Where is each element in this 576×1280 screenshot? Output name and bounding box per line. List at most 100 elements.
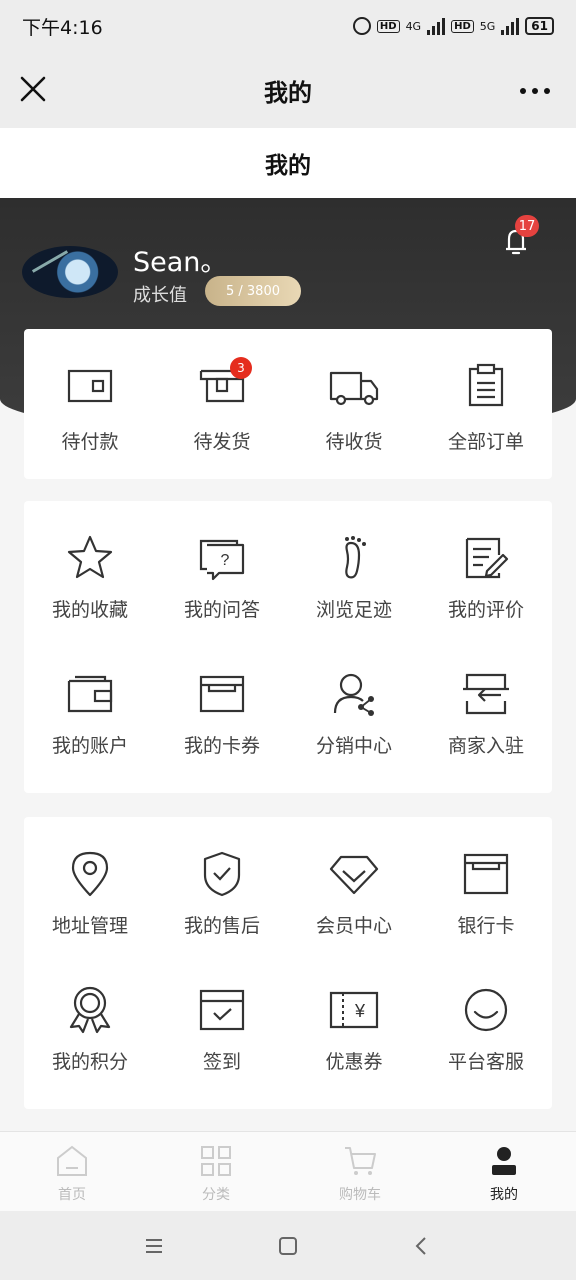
order-all[interactable]: 全部订单 — [420, 329, 552, 454]
menu-membership[interactable]: 会员中心 — [288, 817, 420, 953]
network-5g: 5G — [479, 19, 496, 33]
menu-after-sales[interactable]: 我的售后 — [156, 817, 288, 953]
menu-account[interactable]: 我的账户 — [24, 637, 156, 773]
more-icon[interactable] — [520, 88, 550, 94]
menu-merchant-join[interactable]: 商家入驻 — [420, 637, 552, 773]
close-icon[interactable] — [18, 74, 48, 104]
coupon-icon: ¥ — [329, 991, 379, 1029]
notification-badge: 17 — [515, 215, 539, 237]
menu-label: 我的售后 — [183, 915, 260, 937]
growth-label: 成长值 — [133, 285, 187, 306]
alarm-icon — [352, 17, 371, 35]
username: Sean。 — [133, 247, 228, 278]
grid-icon — [201, 1146, 231, 1176]
tab-label: 分类 — [202, 1187, 230, 1203]
store-icon — [463, 673, 509, 715]
menu-label: 商家入驻 — [447, 735, 524, 757]
hd-icon-2: HD — [451, 19, 474, 33]
clipboard-icon — [468, 363, 504, 407]
wechat-title: 我的 — [264, 78, 312, 107]
status-bar: 下午4:16 HD 4G HD 5G 61 — [0, 0, 576, 52]
home-icon — [57, 1145, 87, 1176]
menu-label: 分销中心 — [315, 735, 392, 757]
signal-icon — [427, 17, 446, 35]
tab-mine[interactable]: 我的 — [432, 1132, 576, 1211]
menu-label: 地址管理 — [51, 915, 128, 937]
menu-label: 我的积分 — [51, 1051, 128, 1073]
menu-label: 会员中心 — [315, 915, 392, 937]
services-card: 我的收藏 ? 我的问答 浏览足迹 我的评价 我的账户 我的卡券 分销中心 商家入… — [24, 501, 552, 793]
share-user-icon — [333, 673, 374, 716]
menu-bank-card[interactable]: 银行卡 — [420, 817, 552, 953]
location-icon — [71, 851, 109, 897]
menu-label: 我的卡券 — [183, 735, 260, 757]
menu-label: 我的问答 — [183, 599, 260, 621]
menu-reviews[interactable]: 我的评价 — [420, 501, 552, 637]
menu-label: 优惠券 — [325, 1051, 383, 1073]
user-icon — [492, 1147, 516, 1175]
shipment-badge: 3 — [230, 357, 252, 379]
status-time: 下午4:16 — [22, 16, 103, 39]
menu-coupons[interactable]: ¥ 优惠券 — [288, 953, 420, 1089]
footprint-icon — [345, 536, 366, 579]
menu-distribution[interactable]: 分销中心 — [288, 637, 420, 773]
wallet-icon — [67, 675, 113, 713]
star-icon — [67, 535, 113, 579]
menu-label: 银行卡 — [457, 915, 515, 937]
diamond-icon — [329, 855, 379, 895]
wallet-icon — [67, 369, 113, 403]
network-4g: 4G — [405, 19, 422, 33]
order-pending-receipt[interactable]: 待收货 — [288, 329, 420, 454]
order-label: 待收货 — [325, 431, 383, 453]
menu-label: 平台客服 — [447, 1051, 524, 1073]
menu-label: 签到 — [202, 1051, 241, 1073]
card-icon — [199, 675, 245, 713]
back-icon[interactable] — [411, 1235, 433, 1257]
svg-text:¥: ¥ — [354, 1001, 366, 1021]
cart-icon — [345, 1147, 376, 1175]
page-title: 我的 — [0, 128, 576, 198]
menu-label: 我的账户 — [51, 735, 128, 757]
bottom-tab-bar: 首页 分类 购物车 我的 — [0, 1131, 576, 1211]
orders-card: 待付款 3 待发货 待收货 全部订单 — [24, 329, 552, 479]
order-label: 待付款 — [61, 431, 119, 453]
menu-label: 我的收藏 — [51, 599, 128, 621]
menu-footprints[interactable]: 浏览足迹 — [288, 501, 420, 637]
system-nav-bar — [0, 1211, 576, 1280]
avatar[interactable] — [22, 246, 118, 298]
svg-text:?: ? — [221, 552, 230, 569]
truck-icon — [329, 371, 379, 406]
home-button-icon[interactable] — [277, 1235, 299, 1257]
signal-icon-2 — [501, 17, 520, 35]
wechat-title-bar: 我的 — [0, 52, 576, 128]
menu-cards[interactable]: 我的卡券 — [156, 637, 288, 773]
order-pending-shipment[interactable]: 3 待发货 — [156, 329, 288, 454]
menu-favorites[interactable]: 我的收藏 — [24, 501, 156, 637]
tab-label: 首页 — [58, 1187, 86, 1203]
menu-label: 我的评价 — [447, 599, 524, 621]
menu-qa[interactable]: ? 我的问答 — [156, 501, 288, 637]
question-icon: ? — [199, 539, 245, 581]
hd-icon: HD — [376, 19, 400, 33]
checkin-icon — [199, 989, 245, 1031]
menu-address[interactable]: 地址管理 — [24, 817, 156, 953]
tools-card: 地址管理 我的售后 会员中心 银行卡 我的积分 签到 ¥ 优惠券 平台客服 — [24, 817, 552, 1109]
tab-cart[interactable]: 购物车 — [288, 1132, 432, 1211]
order-label: 全部订单 — [447, 431, 524, 453]
order-label: 待发货 — [193, 431, 251, 453]
tab-category[interactable]: 分类 — [144, 1132, 288, 1211]
menu-customer-service[interactable]: 平台客服 — [420, 953, 552, 1089]
menu-icon[interactable] — [143, 1235, 165, 1257]
menu-label: 浏览足迹 — [315, 599, 392, 621]
battery-icon: 61 — [525, 17, 554, 35]
tab-label: 购物车 — [339, 1187, 381, 1203]
menu-points[interactable]: 我的积分 — [24, 953, 156, 1089]
bankcard-icon — [463, 853, 509, 895]
growth-value-pill: 5 / 3800 — [205, 276, 301, 306]
tab-label: 我的 — [490, 1187, 518, 1203]
shield-icon — [203, 851, 241, 897]
order-pending-payment[interactable]: 待付款 — [24, 329, 156, 454]
medal-icon — [69, 986, 111, 1034]
tab-home[interactable]: 首页 — [0, 1132, 144, 1211]
menu-checkin[interactable]: 签到 — [156, 953, 288, 1089]
